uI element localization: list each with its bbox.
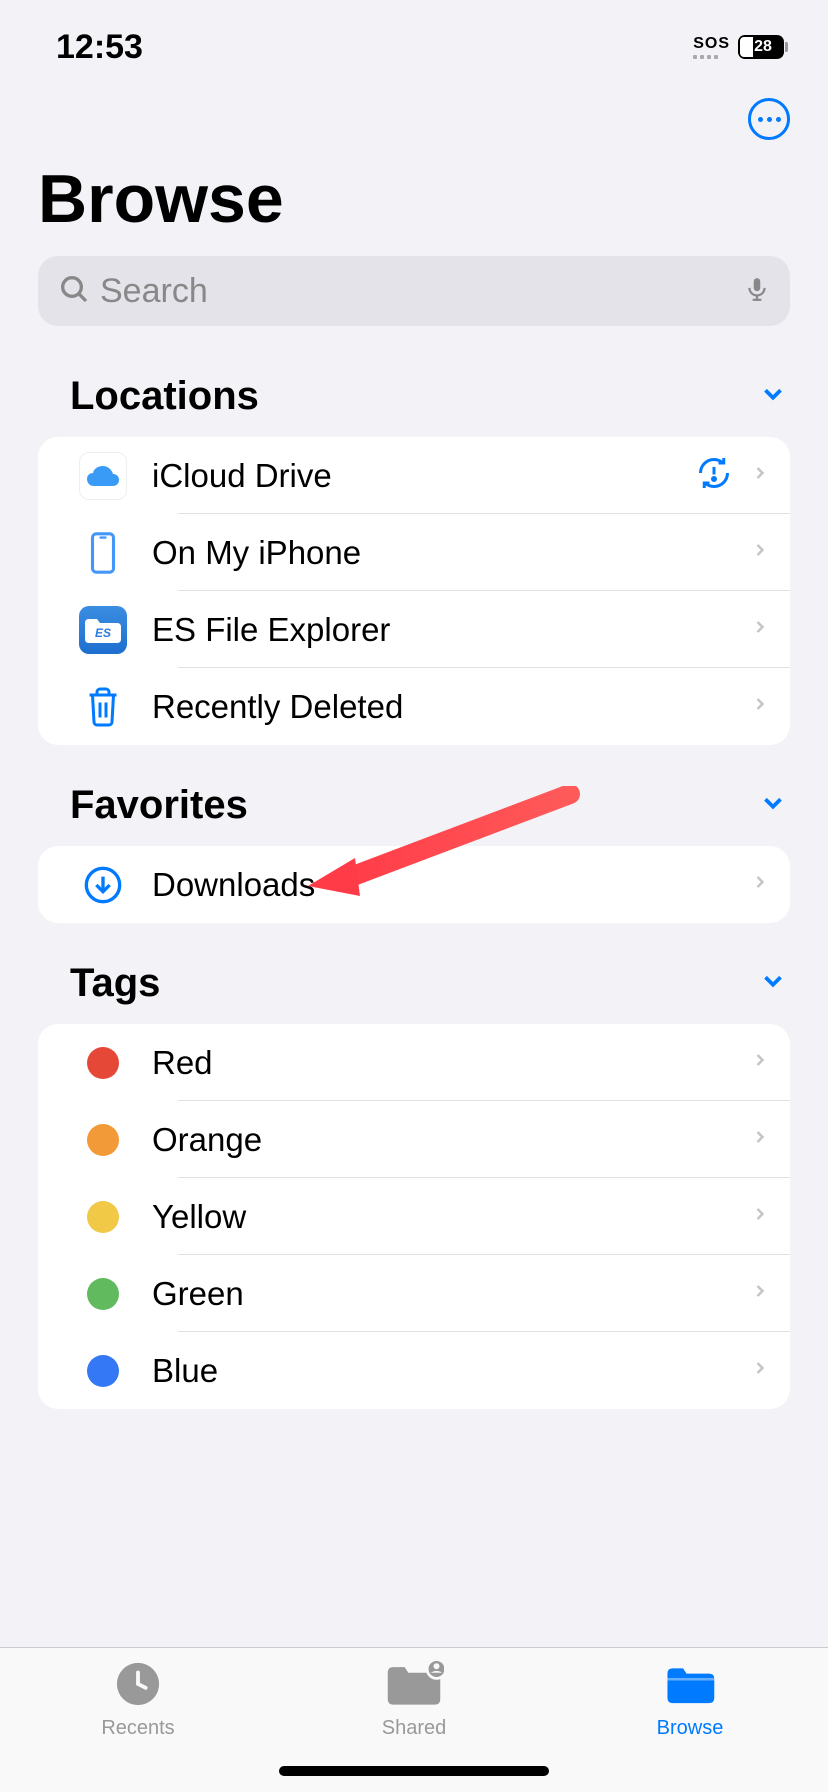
home-indicator[interactable] [279,1766,549,1776]
locations-header[interactable]: Locations [0,374,828,419]
tag-orange[interactable]: Orange [38,1101,790,1178]
item-label: Green [138,1275,750,1313]
chevron-down-icon [758,966,788,1001]
favorites-header[interactable]: Favorites [0,783,828,828]
tag-color-icon [68,1124,138,1156]
tag-green[interactable]: Green [38,1255,790,1332]
tab-label: Recents [101,1717,174,1740]
tab-label: Shared [382,1717,447,1740]
locations-title: Locations [70,374,259,419]
status-bar: 12:53 SOS 28 [0,0,828,70]
favorites-list: Downloads [38,846,790,923]
chevron-right-icon [750,689,770,724]
trash-icon [68,686,138,728]
es-file-explorer-icon: ES [68,606,138,654]
status-time: 12:53 [56,28,143,67]
search-placeholder: Search [100,272,744,311]
favorite-downloads[interactable]: Downloads [38,846,790,923]
tags-section: Tags Red Orange Yellow Green Blue [0,961,828,1409]
item-label: Red [138,1044,750,1082]
locations-section: Locations iCloud Drive On My iPhone [0,374,828,745]
tags-title: Tags [70,961,160,1006]
icloud-icon [68,452,138,500]
tab-recents[interactable]: Recents [0,1648,276,1792]
svg-text:ES: ES [95,626,111,640]
item-label: Recently Deleted [138,688,750,726]
tags-list: Red Orange Yellow Green Blue [38,1024,790,1409]
item-label: iCloud Drive [138,457,696,495]
search-icon [58,273,90,310]
battery-indicator: 28 [738,35,788,59]
chevron-right-icon [750,535,770,570]
location-icloud-drive[interactable]: iCloud Drive [38,437,790,514]
tab-label: Browse [657,1717,724,1740]
tag-red[interactable]: Red [38,1024,790,1101]
search-bar[interactable]: Search [38,256,790,326]
downloads-icon [68,865,138,905]
chevron-right-icon [750,458,770,493]
chevron-right-icon [750,1045,770,1080]
chevron-down-icon [758,788,788,823]
chevron-right-icon [750,1122,770,1157]
item-label: Blue [138,1352,750,1390]
favorites-section: Favorites Downloads [0,783,828,923]
more-button[interactable] [748,98,790,140]
tag-yellow[interactable]: Yellow [38,1178,790,1255]
folder-icon [664,1661,716,1712]
microphone-icon[interactable] [744,272,770,311]
item-label: Orange [138,1121,750,1159]
favorites-title: Favorites [70,783,248,828]
chevron-down-icon [758,379,788,414]
status-right: SOS 28 [693,35,788,59]
chevron-right-icon [750,1199,770,1234]
clock-icon [115,1661,161,1712]
chevron-right-icon [750,1276,770,1311]
sync-status-icon [696,455,732,496]
tag-color-icon [68,1355,138,1387]
shared-folder-icon [384,1661,444,1712]
nav-bar [0,70,828,140]
chevron-right-icon [750,1353,770,1388]
tag-blue[interactable]: Blue [38,1332,790,1409]
tag-color-icon [68,1278,138,1310]
location-es-file-explorer[interactable]: ES ES File Explorer [38,591,790,668]
locations-list: iCloud Drive On My iPhone ES ES Fi [38,437,790,745]
chevron-right-icon [750,612,770,647]
location-recently-deleted[interactable]: Recently Deleted [38,668,790,745]
tab-browse[interactable]: Browse [552,1648,828,1792]
item-label: Downloads [138,866,750,904]
tag-color-icon [68,1047,138,1079]
iphone-icon [68,532,138,574]
location-on-my-iphone[interactable]: On My iPhone [38,514,790,591]
sos-indicator: SOS [693,35,730,59]
item-label: Yellow [138,1198,750,1236]
item-label: ES File Explorer [138,611,750,649]
item-label: On My iPhone [138,534,750,572]
page-title: Browse [0,140,828,238]
tags-header[interactable]: Tags [0,961,828,1006]
chevron-right-icon [750,867,770,902]
tag-color-icon [68,1201,138,1233]
